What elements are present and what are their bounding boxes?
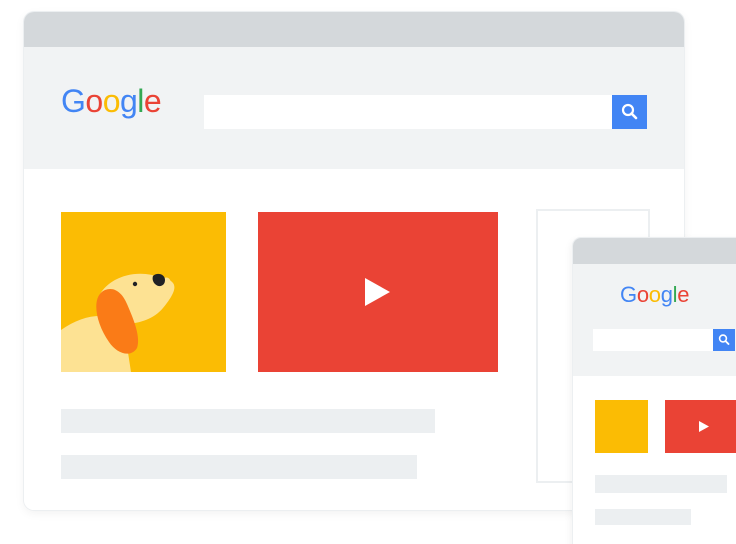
logo-letter: g	[660, 282, 673, 307]
search-icon	[718, 334, 730, 345]
desktop-search-button[interactable]	[612, 95, 647, 129]
text-placeholder-line	[61, 455, 417, 479]
logo-letter: g	[119, 83, 138, 119]
mobile-header: Google	[573, 264, 736, 376]
mobile-search-button[interactable]	[713, 329, 735, 351]
mobile-title-bar	[573, 238, 736, 264]
desktop-title-bar	[24, 12, 684, 47]
play-icon	[699, 421, 709, 432]
play-icon	[365, 278, 390, 306]
mobile-video-ad[interactable]	[665, 400, 736, 453]
logo-letter: G	[620, 282, 637, 307]
illustration-stage: Google Google	[0, 0, 736, 544]
logo-letter: e	[677, 282, 690, 307]
dog-image-ad[interactable]	[61, 212, 226, 372]
mobile-search-input[interactable]	[593, 329, 713, 351]
text-placeholder-line	[595, 475, 727, 493]
desktop-google-logo: Google	[61, 83, 162, 119]
logo-letter: G	[61, 83, 86, 119]
logo-letter: l	[137, 83, 144, 119]
text-placeholder-line	[595, 509, 691, 525]
mobile-browser-window: Google	[573, 238, 736, 544]
logo-letter: o	[648, 282, 661, 307]
logo-letter: e	[143, 83, 162, 119]
text-placeholder-line	[61, 409, 435, 433]
dog-illustration-icon	[61, 273, 175, 372]
mobile-google-logo: Google	[620, 282, 689, 308]
logo-letter: o	[85, 83, 103, 119]
logo-letter: o	[102, 83, 121, 119]
search-icon	[621, 103, 638, 120]
desktop-search-input[interactable]	[204, 95, 612, 129]
mobile-image-ad[interactable]	[595, 400, 648, 453]
logo-letter: o	[636, 282, 649, 307]
video-ad[interactable]	[258, 212, 498, 372]
desktop-header: Google	[24, 47, 684, 169]
